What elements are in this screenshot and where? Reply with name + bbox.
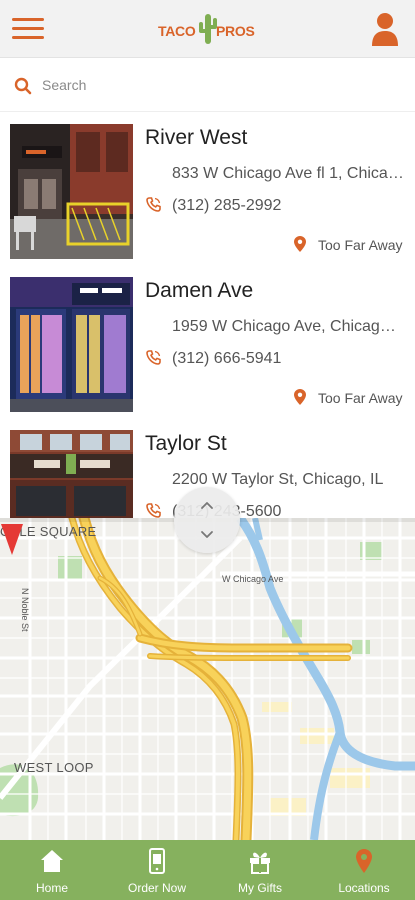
- map-canvas: [0, 518, 415, 840]
- menu-icon-bar: [12, 36, 44, 39]
- nav-item-order-now[interactable]: Order Now: [118, 840, 196, 900]
- search-bar: [0, 58, 415, 112]
- location-distance: Too Far Away: [318, 390, 403, 406]
- cactus-icon: [199, 14, 217, 44]
- profile-icon[interactable]: [371, 12, 399, 46]
- nav-item-my-gifts[interactable]: My Gifts: [226, 840, 294, 900]
- location-address: 1959 W Chicago Ave, Chicago, IL: [172, 318, 404, 335]
- bottom-nav: Home Order Now My Gifts Locations: [0, 840, 415, 900]
- map-view[interactable]: OBLE SQUARE W Chicago Ave N Noble St WES…: [0, 518, 415, 840]
- location-name: River West: [145, 126, 248, 149]
- map-marker-icon[interactable]: [0, 518, 24, 556]
- location-item-river-west[interactable]: River West 833 W Chicago Ave fl 1, Chica…: [0, 112, 415, 262]
- app-header: TACO PROS: [0, 0, 415, 58]
- location-pin-icon: [294, 236, 306, 252]
- location-photo: [10, 124, 133, 259]
- nav-label: Home: [35, 881, 68, 895]
- logo-text-taco: TACO: [158, 23, 196, 39]
- location-phone-link[interactable]: (312) 285-2992: [172, 197, 281, 215]
- map-label-chicago-ave: W Chicago Ave: [222, 574, 284, 584]
- phone-icon: [146, 503, 161, 518]
- expand-collapse-icon: [201, 502, 213, 538]
- phone-icon: [146, 350, 161, 365]
- search-input[interactable]: [42, 72, 397, 98]
- location-pin-icon: [294, 389, 306, 405]
- phone-icon: [146, 197, 161, 212]
- logo-text-pros: PROS: [216, 23, 255, 39]
- location-name: Damen Ave: [145, 279, 254, 302]
- location-name: Taylor St: [145, 432, 227, 455]
- nav-label: Locations: [338, 881, 390, 895]
- location-address: 833 W Chicago Ave fl 1, Chicago, IL: [172, 165, 404, 182]
- menu-icon-bar: [12, 27, 44, 30]
- menu-icon-bar: [12, 18, 44, 21]
- location-phone-link[interactable]: (312) 666-5941: [172, 350, 281, 368]
- menu-button[interactable]: [12, 14, 46, 42]
- taco-pros-logo: TACO PROS: [158, 12, 258, 48]
- location-item-damen-ave[interactable]: Damen Ave 1959 W Chicago Ave, Chicago, I…: [0, 265, 415, 415]
- location-photo: [10, 430, 133, 518]
- locations-screen: TACO PROS Search River West 833 W Chicag…: [0, 0, 415, 900]
- location-distance: Too Far Away: [318, 237, 403, 253]
- home-icon: [41, 850, 63, 872]
- map-toggle-button[interactable]: [174, 487, 240, 553]
- gift-icon: [250, 852, 270, 874]
- map-label-west-loop: WEST LOOP: [14, 760, 94, 775]
- nav-label: Order Now: [127, 881, 186, 895]
- location-photo: [10, 277, 133, 412]
- nav-item-locations[interactable]: Locations: [326, 840, 402, 900]
- nav-label: My Gifts: [238, 881, 282, 895]
- map-label-noble-st: N Noble St: [20, 588, 30, 632]
- search-icon: [14, 77, 32, 95]
- location-list: River West 833 W Chicago Ave fl 1, Chica…: [0, 112, 415, 518]
- nav-item-home[interactable]: Home: [16, 840, 88, 900]
- order-phone-icon: [149, 848, 165, 874]
- location-pin-icon: [356, 849, 372, 873]
